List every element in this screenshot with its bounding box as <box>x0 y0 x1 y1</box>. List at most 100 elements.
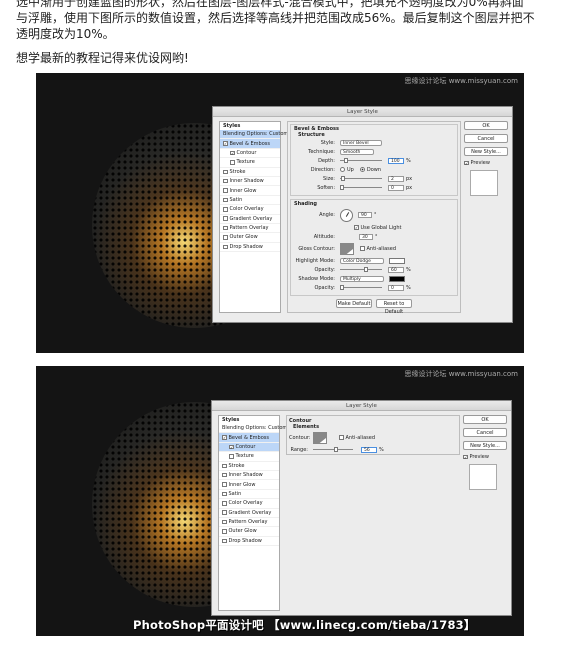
soften-slider[interactable] <box>340 185 382 190</box>
depth-input[interactable]: 100 <box>388 157 404 164</box>
direction-up-radio[interactable] <box>340 167 345 172</box>
inner-glow-checkbox[interactable] <box>223 188 228 193</box>
pattern-overlay-checkbox[interactable] <box>222 519 227 525</box>
styles-item-gradient-overlay[interactable]: Gradient Overlay <box>220 215 280 224</box>
styles-item-inner-shadow[interactable]: Inner Shadow <box>219 471 279 481</box>
highlight-mode-select[interactable]: Color Dodge <box>340 257 384 264</box>
style-select[interactable]: Inner Bevel <box>340 139 382 146</box>
gradient-overlay-checkbox[interactable] <box>223 216 228 221</box>
depth-slider-thumb[interactable] <box>344 158 348 163</box>
angle-input[interactable]: 90 <box>358 212 372 218</box>
contour-checkbox[interactable]: ✓ <box>229 444 234 450</box>
altitude-input[interactable]: 30 <box>359 233 373 240</box>
technique-select[interactable]: Smooth <box>340 148 374 155</box>
inner-shadow-checkbox[interactable] <box>223 178 228 184</box>
styles-item-inner-glow[interactable]: Inner Glow <box>219 480 279 490</box>
cancel-button[interactable]: Cancel <box>464 134 508 143</box>
size-input[interactable]: 2 <box>388 175 404 182</box>
styles-item-blending-options[interactable]: Blending Options: Custom <box>219 424 287 434</box>
soften-input[interactable]: 0 <box>388 184 404 191</box>
styles-item-color-overlay[interactable]: Color Overlay <box>219 499 279 509</box>
styles-item-pattern-overlay[interactable]: Pattern Overlay <box>220 224 280 234</box>
bevel-checkbox[interactable]: ✓ <box>223 141 228 146</box>
highlight-opacity-input[interactable]: 60 <box>388 266 404 273</box>
texture-checkbox[interactable] <box>230 160 235 165</box>
footer-watermark-banner: PhotoShop平面设计吧 【www.linecg.com/tieba/178… <box>133 618 476 632</box>
preview-checkbox[interactable]: ✓ <box>463 454 468 460</box>
highlight-opacity-thumb[interactable] <box>364 267 368 272</box>
range-slider[interactable] <box>313 447 353 452</box>
styles-item-outer-glow[interactable]: Outer Glow <box>220 233 280 243</box>
drop-shadow-checkbox[interactable] <box>222 538 227 544</box>
soften-slider-thumb[interactable] <box>340 185 344 190</box>
styles-item-color-overlay[interactable]: Color Overlay <box>220 205 280 215</box>
satin-checkbox[interactable] <box>223 197 228 203</box>
pattern-overlay-checkbox[interactable] <box>223 225 228 231</box>
contour-picker[interactable] <box>313 431 327 444</box>
make-default-button[interactable]: Make Default <box>336 299 372 308</box>
new-style-button[interactable]: New Style... <box>463 441 507 450</box>
layer-style-dialog: Layer Style Styles Blending Options: Cus… <box>212 106 513 323</box>
styles-item-pattern-overlay[interactable]: Pattern Overlay <box>219 518 279 528</box>
bevel-checkbox[interactable]: ✓ <box>222 435 227 440</box>
depth-label: Depth: <box>318 157 335 164</box>
gloss-contour-picker[interactable] <box>340 242 354 255</box>
size-slider-thumb[interactable] <box>341 176 345 181</box>
shadow-mode-select[interactable]: Multiply <box>340 275 384 282</box>
color-overlay-checkbox[interactable] <box>222 501 227 506</box>
outer-glow-checkbox[interactable] <box>222 529 227 534</box>
highlight-opacity-slider[interactable] <box>340 267 382 272</box>
styles-item-contour[interactable]: ✓ Contour <box>220 149 280 159</box>
satin-checkbox[interactable] <box>222 491 227 497</box>
stroke-checkbox[interactable] <box>222 463 227 468</box>
direction-down-radio[interactable] <box>359 167 365 172</box>
size-slider[interactable] <box>340 176 382 181</box>
styles-item-inner-glow[interactable]: Inner Glow <box>220 186 280 196</box>
angle-dial[interactable] <box>340 208 353 222</box>
inner-shadow-checkbox[interactable] <box>222 472 227 478</box>
outer-glow-checkbox[interactable] <box>223 235 228 240</box>
styles-item-drop-shadow[interactable]: Drop Shadow <box>220 243 280 253</box>
ok-button[interactable]: OK <box>463 415 507 424</box>
gradient-overlay-checkbox[interactable] <box>222 510 227 515</box>
depth-slider[interactable] <box>340 158 382 163</box>
new-style-button[interactable]: New Style... <box>464 147 508 156</box>
anti-aliased-checkbox[interactable] <box>360 246 365 251</box>
styles-item-inner-shadow[interactable]: Inner Shadow <box>220 177 280 187</box>
styles-item-satin[interactable]: Satin <box>219 490 279 500</box>
anti-aliased-checkbox[interactable] <box>339 435 344 440</box>
styles-item-contour[interactable]: ✓ Contour <box>219 442 279 453</box>
styles-item-drop-shadow[interactable]: Drop Shadow <box>219 537 279 547</box>
inner-glow-checkbox[interactable] <box>222 482 227 487</box>
styles-item-texture[interactable]: Texture <box>220 158 280 168</box>
drop-shadow-checkbox[interactable] <box>223 244 228 250</box>
styles-item-blending-options[interactable]: Blending Options: Custom <box>220 130 288 140</box>
watermark: 思缘设计论坛 www.missyuan.com <box>404 370 518 378</box>
preview-checkbox[interactable]: ✓ <box>464 160 469 166</box>
contour-checkbox[interactable]: ✓ <box>230 150 235 156</box>
styles-item-outer-glow[interactable]: Outer Glow <box>219 527 279 537</box>
styles-item-bevel-emboss[interactable]: ✓ Bevel & Emboss <box>219 433 279 443</box>
styles-item-gradient-overlay[interactable]: Gradient Overlay <box>219 509 279 518</box>
styles-item-bevel-emboss[interactable]: ✓ Bevel & Emboss <box>220 139 280 149</box>
stroke-checkbox[interactable] <box>223 169 228 174</box>
shadow-opacity-input[interactable]: 0 <box>388 284 404 291</box>
range-slider-thumb[interactable] <box>334 447 338 452</box>
styles-item-stroke[interactable]: Stroke <box>219 462 279 471</box>
styles-item-stroke[interactable]: Stroke <box>220 168 280 177</box>
styles-item-texture[interactable]: Texture <box>219 452 279 462</box>
range-input[interactable]: 56 <box>361 446 377 453</box>
global-light-checkbox[interactable]: ✓ <box>354 225 359 230</box>
ok-button[interactable]: OK <box>464 121 508 130</box>
shadow-opacity-thumb[interactable] <box>340 285 344 290</box>
shadow-color-swatch[interactable] <box>389 275 405 282</box>
styles-item-satin[interactable]: Satin <box>220 196 280 206</box>
highlight-color-swatch[interactable] <box>389 257 405 264</box>
color-overlay-checkbox[interactable] <box>223 207 228 212</box>
shadow-opacity-slider[interactable] <box>340 285 382 290</box>
cancel-button[interactable]: Cancel <box>463 428 507 437</box>
texture-checkbox[interactable] <box>229 454 234 459</box>
reset-default-button[interactable]: Reset to Default <box>376 299 412 315</box>
range-label: Range: <box>290 446 308 453</box>
intro-text: 选中渐用于创建蓝图的形状，然后在图层-图层样式-混合模式中，把填充不透明度改为0… <box>16 0 556 66</box>
